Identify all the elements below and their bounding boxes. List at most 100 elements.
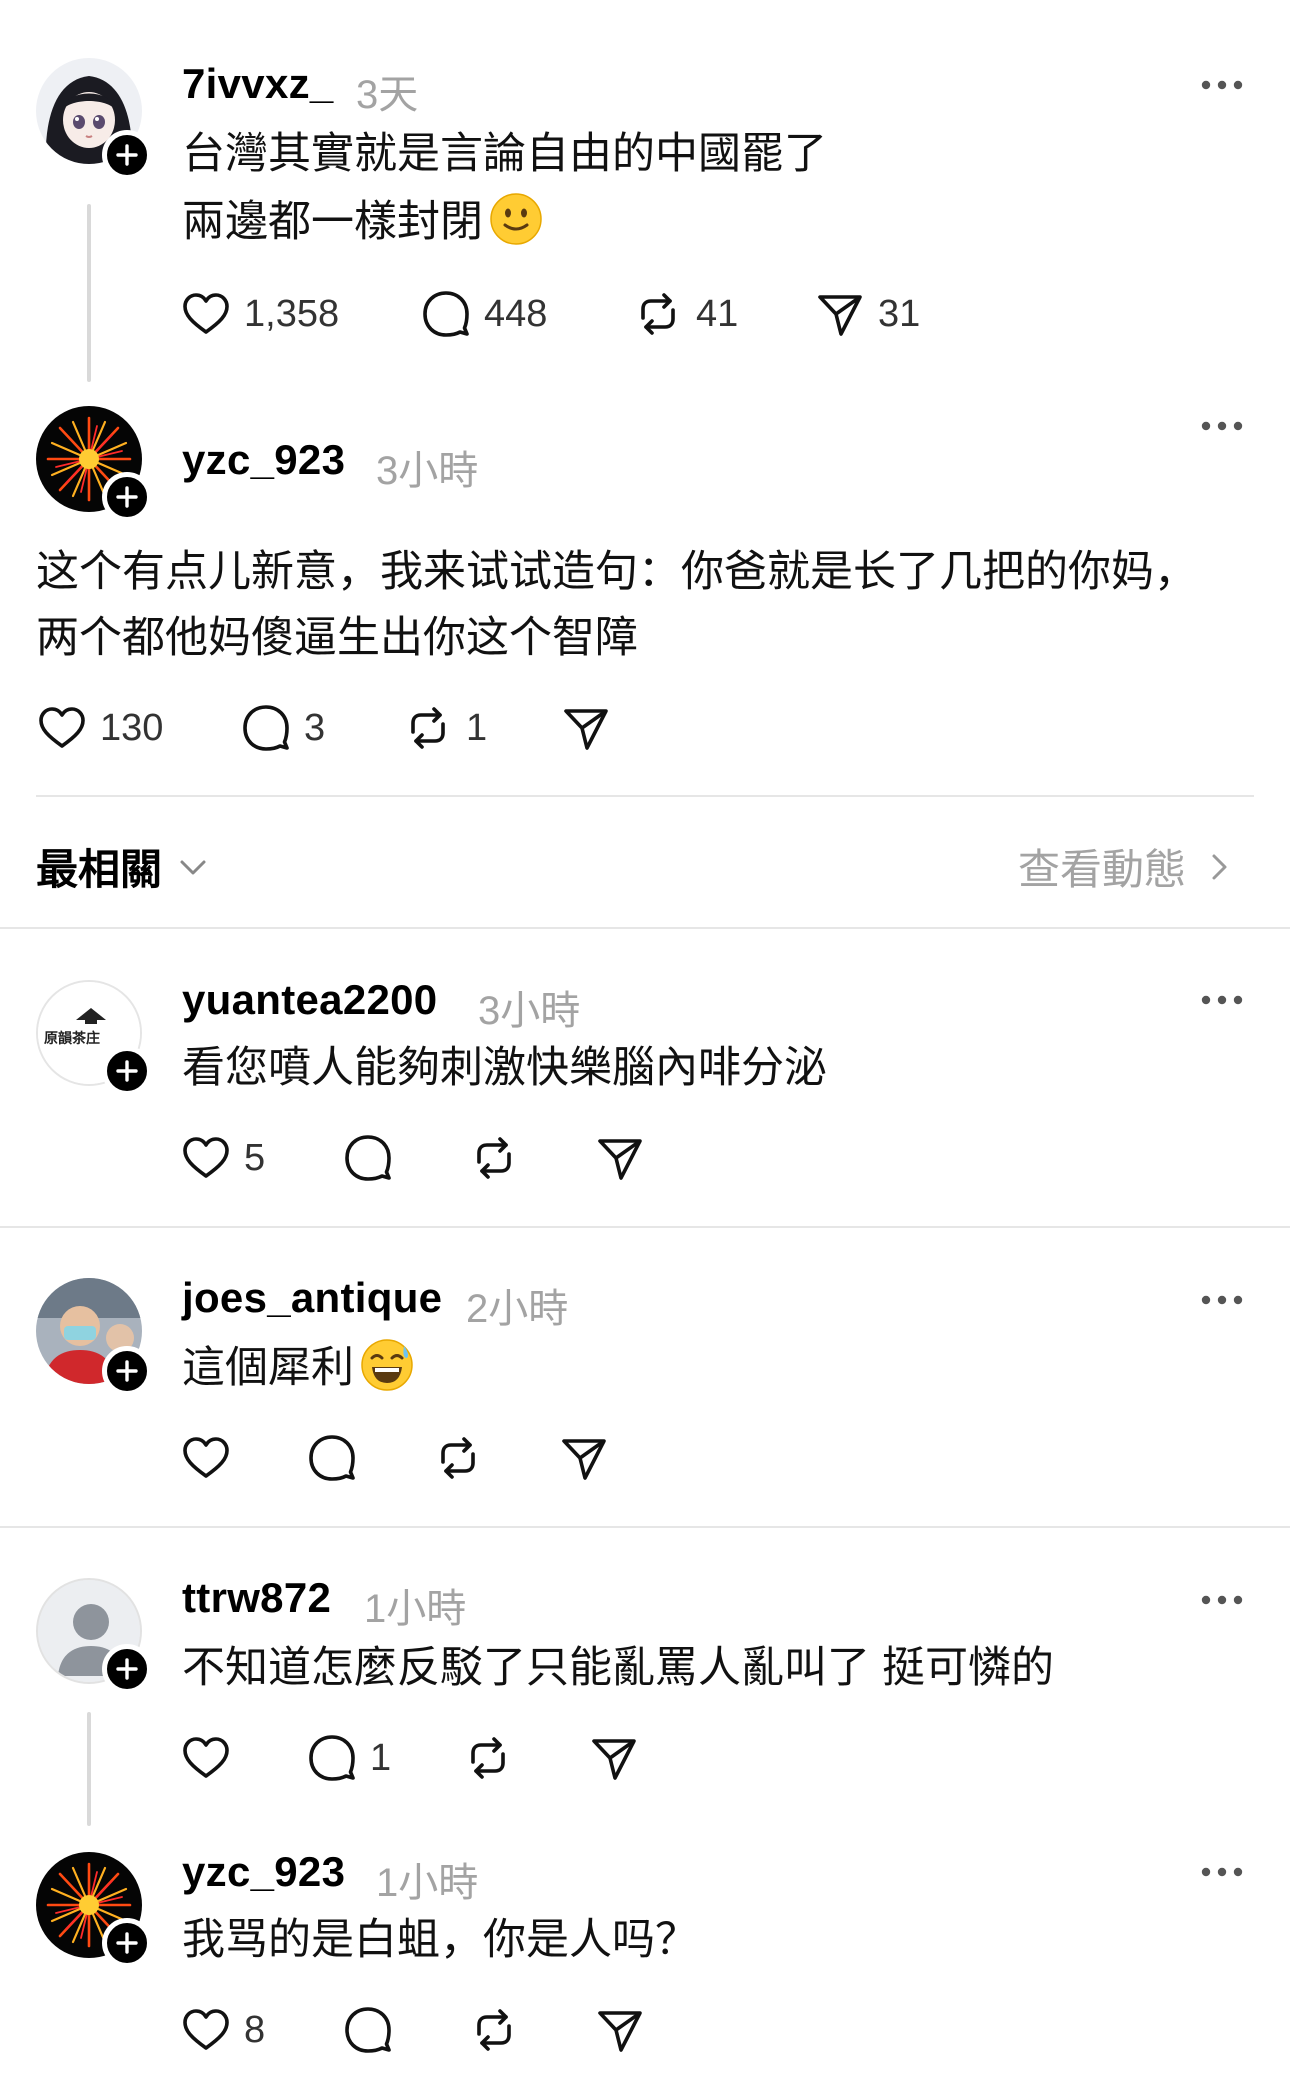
reply-button[interactable]: 3 bbox=[240, 700, 325, 756]
share-icon bbox=[588, 1732, 640, 1784]
like-button[interactable]: 130 bbox=[36, 700, 163, 756]
reply-text: 我骂的是白蛆，你是人吗？ bbox=[182, 1916, 698, 1964]
more-options-icon[interactable] bbox=[1200, 990, 1244, 1010]
post-text-line: 这个有点儿新意，我来试试造句：你爸就是长了几把的你妈， bbox=[36, 548, 1197, 596]
like-count: 8 bbox=[244, 2008, 266, 2051]
username[interactable]: yzc_923 bbox=[182, 1848, 345, 1896]
view-activity-label: 查看動態 bbox=[1017, 846, 1186, 893]
share-button[interactable] bbox=[560, 700, 612, 756]
comment-icon bbox=[240, 702, 292, 754]
like-count: 1,358 bbox=[244, 292, 340, 335]
share-button[interactable] bbox=[558, 1430, 610, 1486]
reply-count: 3 bbox=[304, 706, 326, 749]
reply-text: 這個犀利 bbox=[182, 1344, 354, 1392]
post-time: 2小時 bbox=[466, 1287, 569, 1331]
reply-text-line: 這個犀利 bbox=[182, 1336, 414, 1400]
like-button[interactable]: 8 bbox=[180, 2002, 265, 2058]
repost-button[interactable] bbox=[462, 1730, 514, 1786]
post-text: 兩邊都一樣封閉 bbox=[182, 198, 483, 246]
grinning-sweat-face-emoji-icon bbox=[361, 1339, 413, 1391]
follow-plus-icon[interactable] bbox=[102, 472, 152, 522]
comment-icon bbox=[342, 2004, 394, 2056]
divider bbox=[0, 927, 1290, 929]
follow-plus-icon[interactable] bbox=[102, 130, 152, 180]
reply-text: 看您噴人能夠刺激快樂腦內啡分泌 bbox=[182, 1044, 827, 1092]
like-button[interactable]: 1,358 bbox=[180, 286, 339, 342]
slightly-smiling-face-emoji-icon bbox=[490, 193, 542, 245]
reply-button[interactable]: 448 bbox=[420, 286, 547, 342]
share-icon bbox=[594, 2004, 646, 2056]
reply-count: 448 bbox=[484, 292, 548, 335]
post-text-line: 台灣其實就是言論自由的中國罷了 bbox=[182, 130, 827, 178]
follow-plus-icon[interactable] bbox=[102, 1918, 152, 1968]
heart-icon bbox=[180, 1132, 232, 1184]
sort-label: 最相關 bbox=[36, 846, 163, 893]
repost-icon bbox=[468, 2004, 520, 2056]
comment-icon bbox=[306, 1732, 358, 1784]
repost-button[interactable] bbox=[432, 1430, 484, 1486]
more-options-icon[interactable] bbox=[1200, 416, 1244, 436]
username[interactable]: ttrw872 bbox=[182, 1574, 331, 1622]
sort-dropdown[interactable]: 最相關 bbox=[36, 836, 210, 897]
repost-count: 1 bbox=[466, 706, 488, 749]
username[interactable]: joes_antique bbox=[182, 1274, 442, 1322]
repost-button[interactable]: 41 bbox=[632, 286, 738, 342]
post-time: 1小時 bbox=[376, 1861, 479, 1905]
post-time: 3小時 bbox=[478, 989, 581, 1033]
follow-plus-icon[interactable] bbox=[102, 1346, 152, 1396]
repost-icon bbox=[462, 1732, 514, 1784]
share-button[interactable] bbox=[594, 1130, 646, 1186]
like-count: 5 bbox=[244, 1136, 266, 1179]
post-time: 3小時 bbox=[376, 449, 479, 493]
heart-icon bbox=[180, 1432, 232, 1484]
reply-button[interactable] bbox=[342, 2002, 394, 2058]
username[interactable]: yzc_923 bbox=[182, 436, 345, 484]
repost-button[interactable]: 1 bbox=[402, 700, 487, 756]
more-options-icon[interactable] bbox=[1200, 1862, 1244, 1882]
like-button[interactable] bbox=[180, 1430, 232, 1486]
reply-button[interactable]: 1 bbox=[306, 1730, 391, 1786]
more-options-icon[interactable] bbox=[1200, 1590, 1244, 1610]
post-time: 3天 bbox=[356, 73, 419, 117]
divider bbox=[36, 795, 1254, 797]
chevron-right-icon bbox=[1212, 854, 1227, 879]
thread-line bbox=[87, 204, 91, 382]
share-icon bbox=[814, 288, 866, 340]
repost-icon bbox=[632, 288, 684, 340]
repost-icon bbox=[468, 1132, 520, 1184]
post-text-line: 两个都他妈傻逼生出你这个智障 bbox=[36, 614, 638, 662]
comment-icon bbox=[420, 288, 472, 340]
like-count: 130 bbox=[100, 706, 164, 749]
reply-count: 1 bbox=[370, 1736, 392, 1779]
share-icon bbox=[594, 1132, 646, 1184]
share-button[interactable] bbox=[594, 2002, 646, 2058]
repost-icon bbox=[402, 702, 454, 754]
follow-plus-icon[interactable] bbox=[102, 1644, 152, 1694]
share-button[interactable] bbox=[588, 1730, 640, 1786]
follow-plus-icon[interactable] bbox=[102, 1046, 152, 1096]
heart-icon bbox=[180, 2004, 232, 2056]
reply-button[interactable] bbox=[306, 1430, 358, 1486]
heart-icon bbox=[36, 702, 88, 754]
reply-text: 不知道怎麼反駁了只能亂罵人亂叫了 挺可憐的 bbox=[182, 1644, 1054, 1692]
share-icon bbox=[558, 1432, 610, 1484]
like-button[interactable]: 5 bbox=[180, 1130, 265, 1186]
comment-icon bbox=[306, 1432, 358, 1484]
divider bbox=[0, 1526, 1290, 1528]
reply-button[interactable] bbox=[342, 1130, 394, 1186]
repost-button[interactable] bbox=[468, 1130, 520, 1186]
avatar-logo-text: 原韻茶庄 bbox=[44, 1030, 100, 1046]
repost-button[interactable] bbox=[468, 2002, 520, 2058]
share-button[interactable]: 31 bbox=[814, 286, 920, 342]
more-options-icon[interactable] bbox=[1200, 75, 1244, 95]
post-time: 1小時 bbox=[364, 1587, 467, 1631]
username[interactable]: 7ivvxz_ bbox=[182, 60, 334, 108]
username[interactable]: yuantea2200 bbox=[182, 976, 437, 1024]
like-button[interactable] bbox=[180, 1730, 232, 1786]
more-options-icon[interactable] bbox=[1200, 1290, 1244, 1310]
chevron-down-icon bbox=[180, 860, 206, 874]
view-activity-link[interactable]: 查看動態 bbox=[1018, 836, 1236, 897]
share-icon bbox=[560, 702, 612, 754]
divider bbox=[0, 1226, 1290, 1228]
repost-count: 41 bbox=[696, 292, 739, 335]
